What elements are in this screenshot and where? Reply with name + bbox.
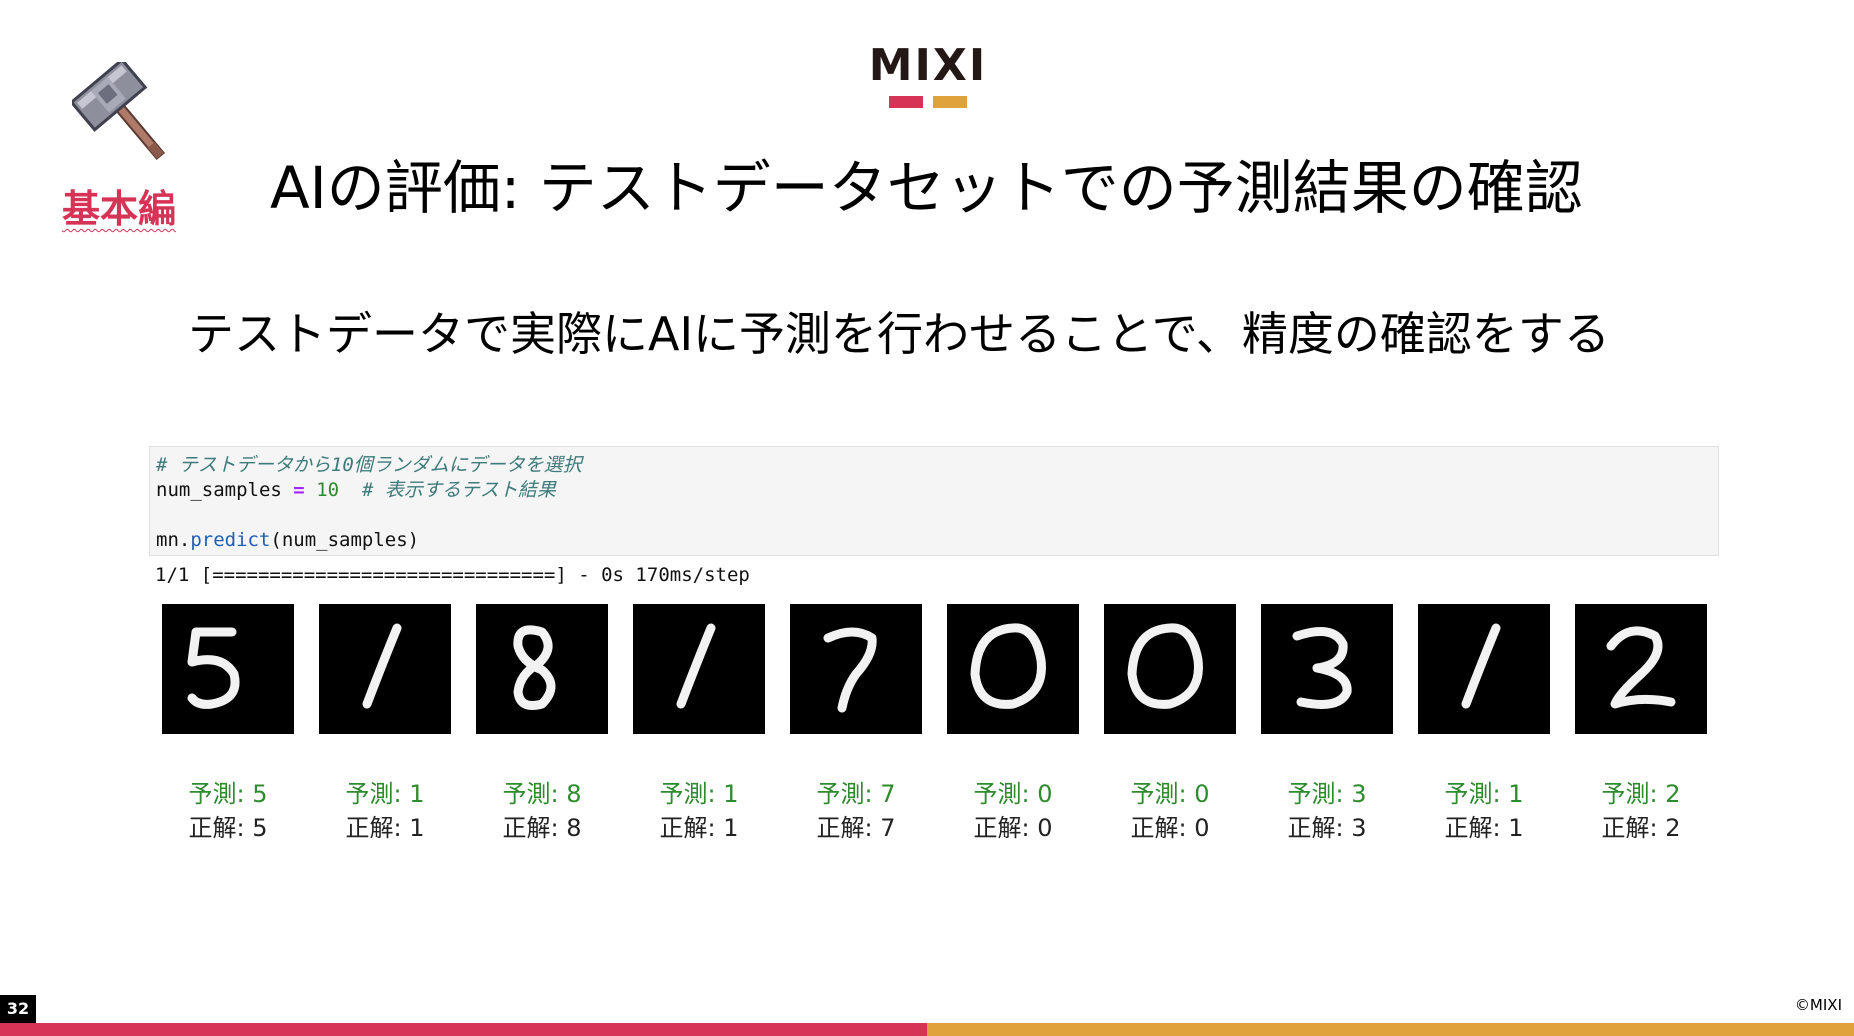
prediction-label: 予測: 3 (1287, 780, 1367, 808)
prediction-label: 予測: 1 (659, 780, 739, 808)
ground-truth-label: 正解: 0 (1130, 814, 1210, 842)
logo-bar-red (889, 96, 923, 108)
digit-card: 予測: 3 正解: 3 (1261, 604, 1393, 846)
prediction-label: 予測: 5 (188, 780, 268, 808)
digit-image (162, 604, 294, 734)
digit-image (319, 604, 451, 734)
ground-truth-label: 正解: 1 (345, 814, 425, 842)
ground-truth-label: 正解: 7 (816, 814, 896, 842)
digit-card: 予測: 0 正解: 0 (1104, 604, 1236, 846)
code-function: predict (190, 529, 271, 551)
digit-results: 予測: 5 正解: 5 予測: 1 正解: 1 予測: 8 正解: 8 予測: 1 正解: 1… (162, 604, 1712, 844)
slide-subtitle: テストデータで実際にAIに予測を行わせることで、精度の確認をする (188, 307, 1610, 361)
digit-card: 予測: 5 正解: 5 (162, 604, 294, 846)
footer-bar-yellow (927, 1023, 1854, 1036)
ground-truth-label: 正解: 0 (973, 814, 1053, 842)
code-line-2: num_samples = 10 # 表示するテスト結果 (156, 478, 1718, 503)
code-cell: # テストデータから10個ランダムにデータを選択 num_samples = 1… (149, 446, 1719, 556)
code-operator: = (293, 479, 305, 501)
ground-truth-label: 正解: 1 (1444, 814, 1524, 842)
digit-image (790, 604, 922, 734)
footer-bar-red (0, 1023, 927, 1036)
code-line-1: # テストデータから10個ランダムにデータを選択 (156, 453, 1718, 478)
ground-truth-label: 正解: 2 (1601, 814, 1681, 842)
digit-image (1575, 604, 1707, 734)
code-comment: # 表示するテスト結果 (361, 479, 556, 501)
digit-card: 予測: 8 正解: 8 (476, 604, 608, 846)
mixi-logo: MIXI (868, 42, 988, 108)
prediction-label: 予測: 8 (502, 780, 582, 808)
ground-truth-label: 正解: 5 (188, 814, 268, 842)
code-line-4: mn.predict(num_samples) (156, 528, 1718, 553)
digit-image (1104, 604, 1236, 734)
slide-title: AIの評価: テストデータセットでの予測結果の確認 (270, 154, 1583, 222)
digit-image (476, 604, 608, 734)
digit-card: 予測: 1 正解: 1 (1418, 604, 1550, 846)
code-args: (num_samples) (270, 529, 420, 551)
code-number: 10 (316, 479, 340, 501)
digit-card: 予測: 7 正解: 7 (790, 604, 922, 846)
digit-card: 予測: 2 正解: 2 (1575, 604, 1707, 846)
digit-image (1261, 604, 1393, 734)
prediction-label: 予測: 7 (816, 780, 896, 808)
digit-card: 予測: 1 正解: 1 (319, 604, 451, 846)
ground-truth-label: 正解: 1 (659, 814, 739, 842)
logo-bars (868, 96, 988, 108)
code-variable: num_samples (156, 479, 282, 501)
digit-image (1418, 604, 1550, 734)
prediction-label: 予測: 0 (973, 780, 1053, 808)
logo-text: MIXI (868, 40, 988, 91)
code-object: mn. (156, 529, 191, 551)
code-comment: # テストデータから10個ランダムにデータを選択 (156, 454, 582, 476)
prediction-label: 予測: 1 (1444, 780, 1524, 808)
footer-bar (0, 1023, 1854, 1036)
digit-image (947, 604, 1079, 734)
ground-truth-label: 正解: 3 (1287, 814, 1367, 842)
digit-card: 予測: 1 正解: 1 (633, 604, 765, 846)
prediction-label: 予測: 0 (1130, 780, 1210, 808)
prediction-label: 予測: 1 (345, 780, 425, 808)
ground-truth-label: 正解: 8 (502, 814, 582, 842)
digit-image (633, 604, 765, 734)
logo-bar-yellow (933, 96, 967, 108)
digit-card: 予測: 0 正解: 0 (947, 604, 1079, 846)
page-number: 32 (0, 995, 36, 1023)
hammer-icon (72, 62, 166, 161)
prediction-label: 予測: 2 (1601, 780, 1681, 808)
cell-output: 1/1 [==============================] - 0… (155, 564, 750, 586)
copyright: ©MIXI (1794, 996, 1842, 1014)
level-tag: 基本編 (62, 187, 177, 231)
